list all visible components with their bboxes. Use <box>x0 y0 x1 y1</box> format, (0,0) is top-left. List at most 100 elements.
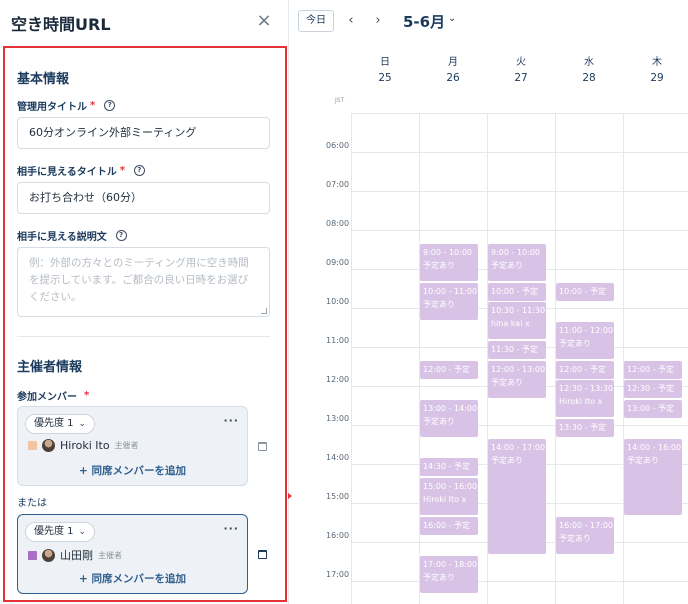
month-label[interactable]: 5-6月 <box>403 11 445 32</box>
day-header: 日 25 <box>351 53 419 84</box>
guest-desc-textarea[interactable]: 例：外部の方々とのミーティング用に空き時間を提示しています。ご都合の良い日時をお… <box>17 247 270 317</box>
guest-title-input[interactable]: お打ち合わせ（60分） <box>17 182 270 214</box>
calendar-event[interactable]: 17:00 - 18:00 予定あり <box>420 556 478 593</box>
calendar-event[interactable]: 10:00 - 予定 <box>488 283 546 301</box>
panel-header: 空き時間URL × <box>0 0 289 44</box>
calendar-event[interactable]: 13:00 - 14:00 予定あり <box>420 400 478 437</box>
hour-label: 12:00 <box>326 375 350 384</box>
calendar-event[interactable]: 12:00 - 予定 <box>556 361 614 379</box>
calendar-event[interactable]: 12:00 - 予定 <box>624 361 682 379</box>
calendar-event[interactable]: 13:00 - 予定 <box>624 400 682 418</box>
members-label-text: 参加メンバー <box>17 392 77 403</box>
guest-desc-label: 相手に見える説明文 ? <box>17 228 127 243</box>
event-status: 予定あり <box>491 378 523 387</box>
avatar <box>42 439 55 452</box>
event-status: 予定あり <box>423 261 455 270</box>
section-divider <box>17 336 270 337</box>
add-attendee-button[interactable]: + 同席メンバーを追加 <box>18 463 247 478</box>
calendar-event[interactable]: 16:00 - 予定 <box>420 517 478 535</box>
event-status: Hiroki Ito x <box>559 397 603 406</box>
chevron-left-icon[interactable]: ‹ <box>342 10 360 32</box>
calendar-event[interactable]: 14:30 - 予定 <box>420 458 478 476</box>
event-time: 10:00 - 11:00 <box>423 287 478 296</box>
calendar-event[interactable]: 11:30 - 予定 <box>488 341 546 359</box>
calendar-icon[interactable] <box>258 442 267 451</box>
help-icon[interactable]: ? <box>104 100 116 111</box>
panel-title: 空き時間URL <box>11 15 111 34</box>
day-of-week: 月 <box>448 57 458 68</box>
member-color-swatch <box>28 441 37 450</box>
member-role: 主催者 <box>114 441 139 450</box>
chevron-down-icon: ⌄ <box>78 419 87 429</box>
hour-label: 16:00 <box>326 531 350 540</box>
resize-handle-icon[interactable] <box>261 308 267 314</box>
priority-dropdown[interactable]: 優先度 1 ⌄ <box>25 522 96 542</box>
day-header: 木 29 <box>623 53 688 84</box>
event-status: 予定あり <box>491 261 523 270</box>
hour-label: 11:00 <box>326 336 350 345</box>
grid-line <box>351 113 688 114</box>
calendar-event[interactable]: 10:00 - 予定 <box>556 283 614 301</box>
help-icon[interactable]: ? <box>133 165 145 176</box>
event-status: 予定あり <box>423 300 455 309</box>
calendar-event[interactable]: 16:00 - 17:00 予定あり <box>556 517 614 554</box>
member-card: 優先度 1 ⌄ ··· Hiroki Ito 主催者 + 同席メンバーを追加 <box>17 406 248 486</box>
event-status: Hiroki Ito x <box>423 495 467 504</box>
event-time: 12:00 - 13:00 <box>491 365 546 374</box>
grid-line <box>351 230 688 231</box>
calendar-event[interactable]: 15:00 - 16:00 Hiroki Ito x <box>420 478 478 515</box>
event-time: 15:00 - 16:00 <box>423 482 478 491</box>
calendar-event[interactable]: 13:30 - 予定 <box>556 419 614 437</box>
event-time: 16:00 - 予定 <box>423 521 471 530</box>
member-name: Hiroki Ito <box>60 439 110 452</box>
guest-title-label: 相手に見えるタイトル * ? <box>17 163 145 178</box>
event-time: 9:00 - 10:00 <box>491 248 540 257</box>
calendar-event[interactable]: 12:30 - 予定 <box>624 380 682 398</box>
required-mark: * <box>90 100 96 111</box>
event-time: 11:30 - 予定 <box>491 345 539 354</box>
day-date: 28 <box>582 72 596 84</box>
required-mark: * <box>84 390 90 401</box>
event-status: 予定あり <box>423 573 455 582</box>
calendar-event[interactable]: 14:00 - 16:00 予定あり <box>624 439 682 515</box>
calendar-event[interactable]: 14:00 - 17:00 予定あり <box>488 439 546 554</box>
event-time: 10:30 - 11:30 <box>491 306 546 315</box>
member-name: 山田剛 <box>60 549 93 562</box>
hour-label: 09:00 <box>326 258 350 267</box>
event-time: 12:00 - 予定 <box>423 365 471 374</box>
chevron-right-icon[interactable]: › <box>369 10 387 32</box>
priority-label: 優先度 1 <box>34 418 74 429</box>
more-icon[interactable]: ··· <box>223 414 239 427</box>
more-icon[interactable]: ··· <box>223 522 239 535</box>
calendar-event[interactable]: 11:00 - 12:00 予定あり <box>556 322 614 359</box>
calendar-event[interactable]: 12:00 - 予定 <box>420 361 478 379</box>
add-attendee-button[interactable]: + 同席メンバーを追加 <box>18 571 247 586</box>
grid-line <box>351 581 688 582</box>
basic-info-heading: 基本情報 <box>17 72 70 87</box>
admin-title-input[interactable]: 60分オンライン外部ミーティング <box>17 117 270 149</box>
close-icon[interactable]: × <box>253 10 275 32</box>
chevron-down-icon[interactable]: ⌄ <box>448 13 456 24</box>
event-time: 13:00 - 14:00 <box>423 404 478 413</box>
day-header: 水 28 <box>555 53 623 84</box>
calendar-icon[interactable] <box>258 550 267 559</box>
calendar-event[interactable]: 9:00 - 10:00 予定あり <box>488 244 546 281</box>
event-status: 予定あり <box>423 417 455 426</box>
event-time: 11:00 - 12:00 <box>559 326 614 335</box>
calendar-event[interactable]: 12:00 - 13:00 予定あり <box>488 361 546 398</box>
event-time: 13:00 - 予定 <box>627 404 675 413</box>
calendar-event[interactable]: 10:30 - 11:30 hina kai x <box>488 302 546 339</box>
event-time: 13:30 - 予定 <box>559 423 607 432</box>
hour-label: 13:00 <box>326 414 350 423</box>
hour-label: 14:00 <box>326 453 350 462</box>
event-time: 17:00 - 18:00 <box>423 560 478 569</box>
event-status: 予定あり <box>559 534 591 543</box>
priority-dropdown[interactable]: 優先度 1 ⌄ <box>25 414 96 434</box>
calendar-event[interactable]: 9:00 - 10:00 予定あり <box>420 244 478 281</box>
calendar-event[interactable]: 10:00 - 11:00 予定あり <box>420 283 478 320</box>
calendar-event[interactable]: 12:30 - 13:30 Hiroki Ito x <box>556 380 614 417</box>
event-time: 10:00 - 予定 <box>559 287 607 296</box>
today-button[interactable]: 今日 <box>298 10 334 32</box>
member-row: 山田剛 主催者 <box>28 547 122 563</box>
help-icon[interactable]: ? <box>115 230 127 241</box>
